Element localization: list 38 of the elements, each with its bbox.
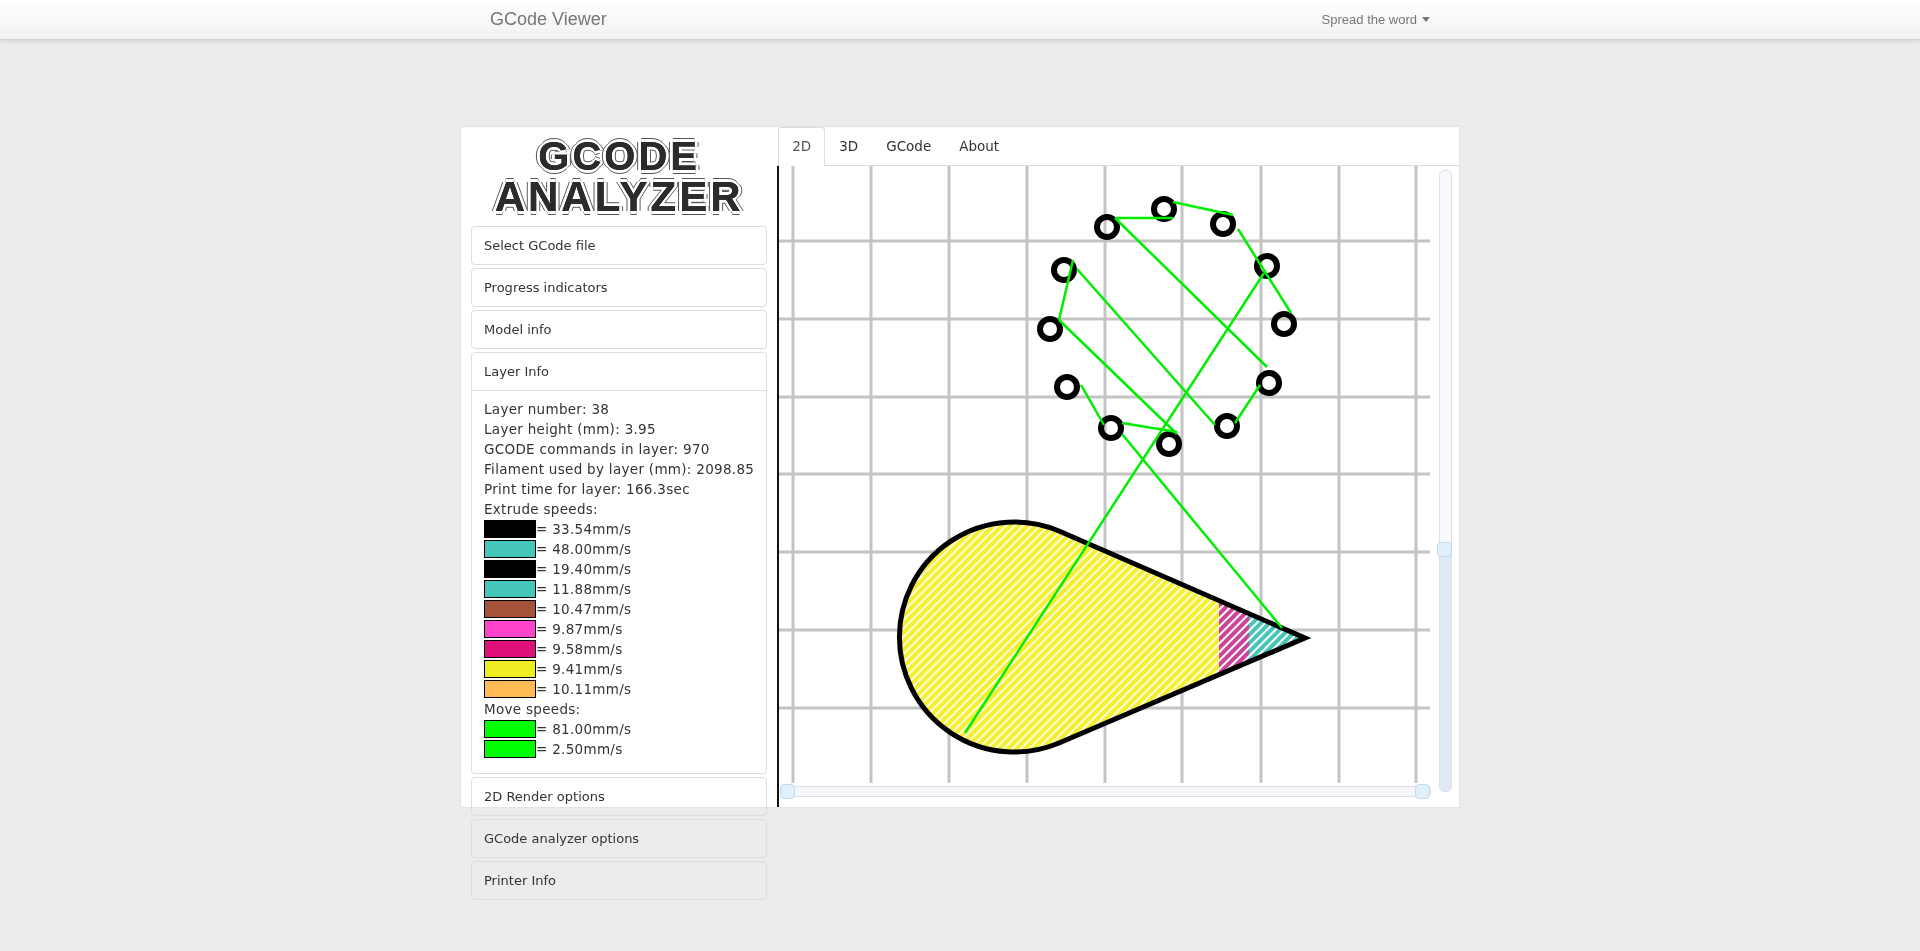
- share-dropdown[interactable]: Spread the word: [1321, 12, 1430, 27]
- range-slider[interactable]: [781, 786, 1432, 797]
- panel-header[interactable]: Select GCode file: [472, 227, 767, 264]
- panel-header[interactable]: Progress indicators: [472, 269, 767, 306]
- section-label: Extrude speeds:: [484, 500, 599, 519]
- caret-icon: [1422, 17, 1430, 22]
- layer-slider[interactable]: [1438, 170, 1452, 792]
- slider-handle[interactable]: [780, 784, 796, 799]
- layer-info-text: Layer height (mm): 3.95: [484, 420, 657, 439]
- speed-value: = 81.00mm/s: [536, 720, 632, 739]
- panel-header[interactable]: Layer Info: [472, 353, 767, 391]
- layer-info-text: Layer number: 38: [484, 400, 611, 419]
- speed-value: = 9.41mm/s: [536, 660, 623, 679]
- view-tab[interactable]: GCode: [872, 127, 946, 166]
- layer-info-text: Filament used by layer (mm): 2098.85: [484, 460, 755, 479]
- layer-info-text: Print time for layer: 166.3sec: [484, 480, 691, 499]
- speed-value: = 19.40mm/s: [536, 560, 632, 579]
- view-tab[interactable]: 3D: [825, 127, 873, 166]
- layer-info-text: GCODE commands in layer: 970: [484, 440, 711, 459]
- speed-value: = 11.88mm/s: [536, 580, 632, 599]
- speed-value: = 2.50mm/s: [536, 740, 623, 759]
- speed-value: = 33.54mm/s: [536, 520, 632, 539]
- speed-value: = 10.11mm/s: [536, 680, 632, 699]
- speed-value: = 10.47mm/s: [536, 600, 632, 619]
- panel-header[interactable]: 2D Render options: [472, 778, 767, 815]
- app-logo: GCODE ANALYZER: [493, 132, 745, 222]
- speed-value: = 9.87mm/s: [536, 620, 623, 639]
- panel-header[interactable]: GCode analyzer options: [472, 820, 767, 857]
- panel-header[interactable]: Printer Info: [472, 862, 767, 899]
- brand-title[interactable]: GCode Viewer: [490, 9, 607, 30]
- speed-value: = 9.58mm/s: [536, 640, 623, 659]
- view-tab[interactable]: 2D: [778, 127, 826, 166]
- section-label: Move speeds:: [484, 700, 582, 719]
- slider-handle[interactable]: [1415, 784, 1431, 799]
- panel-header[interactable]: Model info: [472, 311, 767, 348]
- view-tab[interactable]: About: [945, 127, 1014, 166]
- speed-value: = 48.00mm/s: [536, 540, 632, 559]
- slider-handle[interactable]: [1436, 542, 1452, 558]
